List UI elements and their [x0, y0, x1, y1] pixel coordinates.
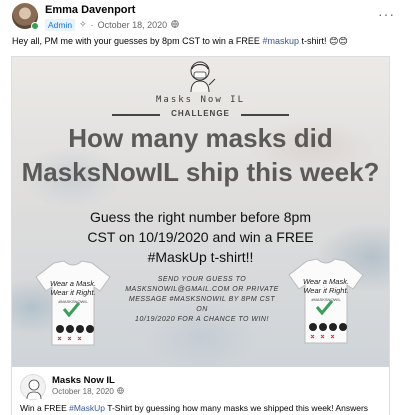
instructions-line-2: CST on 10/19/2020 and win a FREE [87, 229, 314, 245]
challenge-graphic[interactable]: Masks Now IL CHALLENGE How many masks di… [12, 57, 389, 367]
post-text-start: Hey all, PM me with your guesses by 8pm … [12, 36, 263, 46]
shared-globe-icon [117, 387, 124, 396]
tshirt-image-left: Wear a Mask. Wear it Right. #MASKSNOWIL [34, 259, 112, 347]
post-header: Emma Davenport Admin ✧ · October 18, 202… [12, 3, 397, 35]
shared-post-date[interactable]: October 18, 2020 [52, 387, 114, 396]
post-hashtag-link[interactable]: #maskup [262, 36, 299, 46]
shirt-slogan-left-line-1: Wear a Mask. [49, 279, 97, 288]
member-badge-icon[interactable]: ✧ [79, 19, 87, 30]
mask-mascot-logo [182, 57, 218, 93]
shared-page-name[interactable]: Masks Now IL [52, 375, 115, 386]
challenge-banner: CHALLENGE [112, 109, 289, 121]
shared-post-card[interactable]: Masks Now IL CHALLENGE How many masks di… [11, 56, 390, 415]
headline-line-1: How many masks did [68, 123, 333, 153]
send-note-line-2: masksnowil@gmail.com or private [125, 286, 279, 293]
brand-title: Masks Now IL [155, 95, 246, 105]
shirt-tag-left: #MASKSNOWIL [58, 299, 88, 304]
facebook-post: Emma Davenport Admin ✧ · October 18, 202… [0, 0, 405, 415]
globe-icon [171, 19, 179, 30]
headline-line-2: MasksNowIL ship this week? [21, 157, 380, 187]
send-note-line-4: 10/19/2020 for a chance to win! [135, 316, 269, 323]
shared-text-end: T-Shirt by guessing how many masks we sh… [105, 403, 369, 413]
page-avatar[interactable] [20, 374, 46, 400]
headline: How many masks did MasksNowIL ship this … [12, 121, 389, 189]
send-guess-note: Send your guess to masksnowil@gmail.com … [122, 275, 282, 325]
shared-post-footer[interactable]: Masks Now IL October 18, 2020 Win a FREE… [12, 367, 389, 415]
post-text: Hey all, PM me with your guesses by 8pm … [12, 36, 402, 47]
post-meta: Admin ✧ · October 18, 2020 [45, 18, 179, 31]
post-date[interactable]: October 18, 2020 [98, 20, 168, 30]
shirt-slogan-left: Wear a Mask. Wear it Right. [44, 279, 102, 297]
admin-badge[interactable]: Admin [45, 18, 76, 31]
shirt-slogan-left-line-2: Wear it Right. [50, 288, 96, 297]
shirt-tag-right: #MASKSNOWIL [311, 297, 341, 302]
shared-post-text: Win a FREE #MaskUp T-Shirt by guessing h… [20, 403, 389, 413]
author-name[interactable]: Emma Davenport [45, 4, 135, 16]
online-status-icon [31, 22, 39, 30]
tshirt-image-right: Wear a Mask. Wear it Right. #MASKSNOWIL [287, 257, 365, 345]
meta-separator: · [90, 19, 94, 30]
shared-post-meta: October 18, 2020 [52, 387, 124, 396]
send-note-line-3: message #masksnowil by 8pm CST on [128, 296, 276, 313]
divider-right [241, 114, 289, 116]
shirt-slogan-right-line-1: Wear a Mask. [302, 277, 350, 286]
shirt-slogan-right-line-2: Wear it Right. [303, 286, 349, 295]
post-text-end: t-shirt! 😊😊 [298, 36, 348, 46]
shared-text-start: Win a FREE [20, 403, 70, 413]
send-note-line-1: Send your guess to [157, 276, 247, 283]
shared-hashtag-link[interactable]: #MaskUp [69, 403, 105, 413]
instructions-line-1: Guess the right number before 8pm [89, 209, 311, 225]
shirt-slogan-right: Wear a Mask. Wear it Right. [297, 277, 355, 295]
more-options-icon[interactable]: ··· [378, 6, 395, 22]
